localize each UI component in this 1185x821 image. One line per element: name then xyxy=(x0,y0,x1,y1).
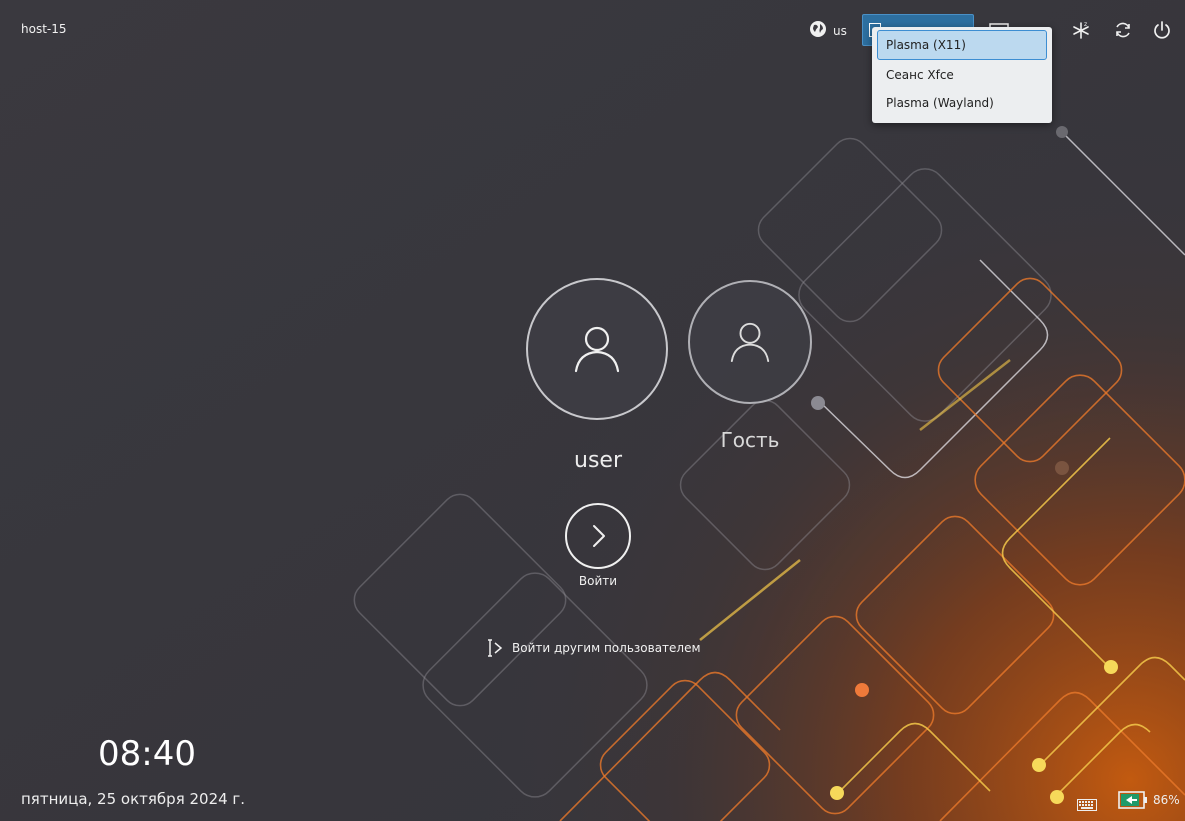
clock-time: 08:40 xyxy=(98,734,196,774)
login-label: Войти xyxy=(578,574,618,588)
snowflake-icon: z xyxy=(1073,21,1089,39)
user-avatar-icon xyxy=(730,322,770,363)
other-user-label: Войти другим пользователем xyxy=(512,641,701,655)
hostname-label: host-15 xyxy=(21,22,67,36)
login-button[interactable] xyxy=(565,503,631,569)
arrow-right-icon xyxy=(593,525,605,547)
svg-text:z: z xyxy=(1084,21,1087,28)
session-menu: Plasma (X11) Сеанс Xfce Plasma (Wayland) xyxy=(872,27,1052,123)
restart-button[interactable] xyxy=(1112,19,1134,41)
globe-icon xyxy=(809,20,827,41)
other-user-icon xyxy=(488,639,503,657)
guest-avatar[interactable] xyxy=(688,280,812,404)
suspend-button[interactable]: z xyxy=(1070,19,1092,41)
user-name: user xyxy=(574,448,622,473)
shutdown-button[interactable] xyxy=(1151,19,1173,41)
keyboard-icon xyxy=(1077,799,1097,811)
battery-icon xyxy=(1118,791,1147,809)
menu-item-plasma-wayland[interactable]: Plasma (Wayland) xyxy=(877,88,1047,116)
user-avatar-icon xyxy=(574,326,620,373)
user-avatar[interactable] xyxy=(526,278,668,420)
keyboard-layout-button[interactable]: us xyxy=(809,20,847,41)
guest-name: Гость xyxy=(720,428,780,452)
power-icon xyxy=(1154,21,1170,39)
menu-item-xfce[interactable]: Сеанс Xfce xyxy=(877,60,1047,88)
restart-icon xyxy=(1116,22,1130,38)
other-user-button[interactable]: Войти другим пользователем xyxy=(486,638,701,658)
keyboard-layout-label: us xyxy=(833,23,847,38)
battery-percent: 86% xyxy=(1153,793,1180,807)
virtual-keyboard-tray-button[interactable] xyxy=(1077,796,1097,811)
battery-indicator xyxy=(1118,791,1148,809)
menu-item-plasma-x11[interactable]: Plasma (X11) xyxy=(877,30,1047,60)
clock-date: пятница, 25 октября 2024 г. xyxy=(21,790,246,808)
